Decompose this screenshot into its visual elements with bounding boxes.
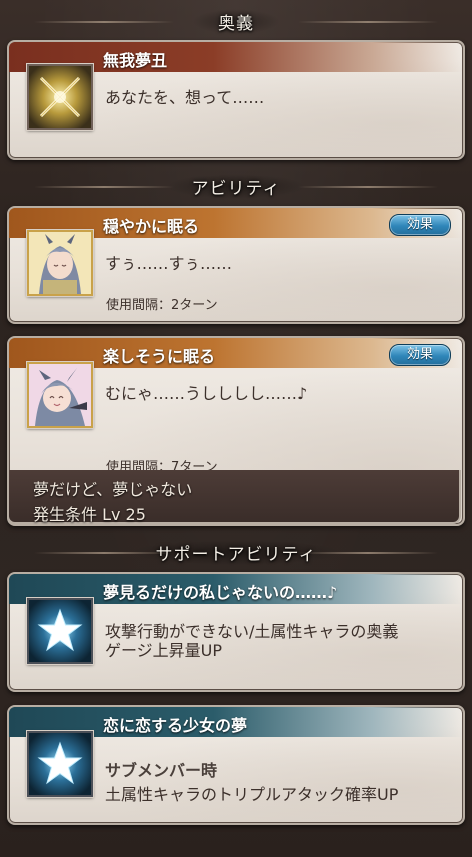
ability-cooldown: 使用間隔：2ターン <box>106 298 218 313</box>
ability-name: 楽しそうに眠る <box>103 347 216 366</box>
section-header-ability: アビリティ <box>0 171 472 201</box>
effect-button[interactable]: 効果 <box>389 344 451 366</box>
section-title: アビリティ <box>165 173 307 199</box>
support-name: 夢見るだけの私じゃないの……♪ <box>103 583 338 602</box>
crossed-swords-icon <box>27 64 93 130</box>
sleeping-character-icon <box>27 230 93 296</box>
support-card-2[interactable]: 恋に恋する少女の夢 サブメンバー時 土属性キャラのトリプルアタック確率UP <box>7 705 465 825</box>
support-card-1[interactable]: 夢見るだけの私じゃないの……♪ 攻撃行動ができない/土属性キャラの奥義 ゲージ上… <box>7 572 465 692</box>
support-desc: 土属性キャラのトリプルアタック確率UP <box>105 785 399 804</box>
section-title: サポートアビリティ <box>129 539 343 565</box>
ability-desc: むにゃ……うしししし……♪ <box>105 384 308 403</box>
ability-unlock-info: 夢だけど、夢じゃない 発生条件 Lv 25 <box>7 470 461 524</box>
skills-panel: 奥義 無我夢丑 あなたを、想って…… アビリティ 効果 穏やかに眠る すぅ……す… <box>0 0 472 857</box>
star-icon <box>27 598 93 664</box>
ability-name: 穏やかに眠る <box>103 217 200 236</box>
support-desc-line2: ゲージ上昇量UP <box>105 641 223 660</box>
ougi-card[interactable]: 無我夢丑 あなたを、想って…… <box>7 40 465 160</box>
support-desc-line1: 攻撃行動ができない/土属性キャラの奥義 <box>105 622 399 641</box>
effect-button[interactable]: 効果 <box>389 214 451 236</box>
support-subtitle: サブメンバー時 <box>105 761 218 780</box>
unlock-condition: 発生条件 Lv 25 <box>33 505 146 524</box>
happy-sleeping-character-icon <box>27 362 93 428</box>
star-icon <box>27 731 93 797</box>
ougi-desc: あなたを、想って…… <box>105 88 265 107</box>
unlock-title: 夢だけど、夢じゃない <box>33 480 193 499</box>
support-name: 恋に恋する少女の夢 <box>103 716 248 735</box>
ougi-name: 無我夢丑 <box>103 51 168 70</box>
ability-card-1[interactable]: 効果 穏やかに眠る すぅ……すぅ…… 使用間隔：2ターン <box>7 206 465 324</box>
section-header-ougi: 奥義 <box>0 6 472 36</box>
section-title: 奥義 <box>192 8 280 34</box>
ability-desc: すぅ……すぅ…… <box>105 254 233 273</box>
section-header-support: サポートアビリティ <box>0 537 472 567</box>
